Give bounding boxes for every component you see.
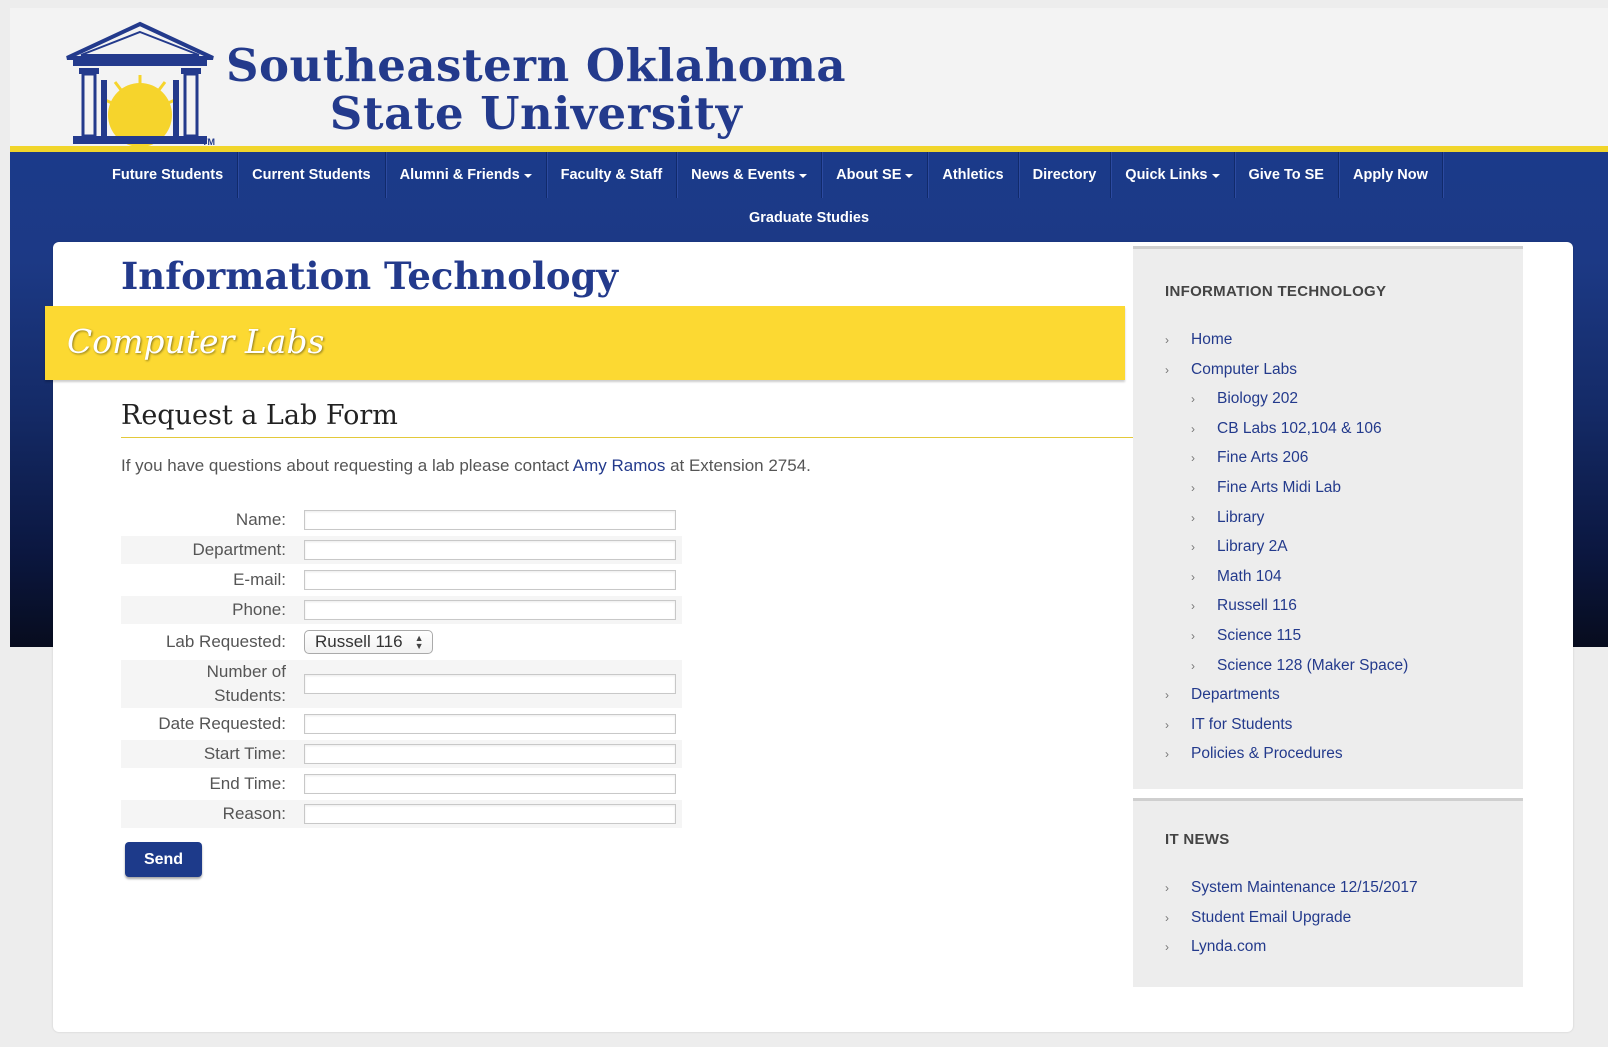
sidebar-item-fine-arts-206[interactable]: › Fine Arts 206 [1165,447,1408,477]
nav-alumni-friends[interactable]: Alumni & Friends [386,152,547,198]
sidebar-it-news: IT NEWS › System Maintenance 12/15/2017 ›… [1133,798,1523,987]
lab-requested-label: Lab Requested: [165,632,286,651]
section-banner: Computer Labs [45,306,1125,380]
start-time-label: Start Time: [121,740,300,768]
sidebar-item-cb-labs[interactable]: › CB Labs 102,104 & 106 [1165,418,1408,448]
lab-select-value: Russell 116 [315,632,403,651]
sidebar-title: INFORMATION TECHNOLOGY [1165,283,1387,300]
chevron-right-icon: › [1165,881,1169,895]
nav-graduate-studies[interactable]: Graduate Studies [735,198,883,238]
department-label: Department: [121,536,300,564]
phone-label: Phone: [121,596,300,624]
chevron-right-icon: › [1191,480,1195,495]
phone-input[interactable] [304,600,676,620]
news-item-system-maintenance[interactable]: › System Maintenance 12/15/2017 [1165,877,1418,907]
contact-link[interactable]: Amy Ramos [573,456,666,475]
sidebar-item-home[interactable]: › Home [1165,329,1408,359]
university-name-line1: Southeastern Oklahoma [226,39,846,92]
chevron-right-icon: › [1165,747,1169,762]
chevron-right-icon: › [1191,451,1195,466]
chevron-right-icon: › [1191,510,1195,525]
lab-select[interactable]: Russell 116 ▲ ▼ [304,630,433,654]
chevron-right-icon: › [1191,540,1195,555]
chevron-right-icon: › [1191,599,1195,614]
nav-news-events[interactable]: News & Events [677,152,823,198]
sidebar-item-departments[interactable]: › Departments [1165,684,1408,714]
sidebar-item-science-115[interactable]: › Science 115 [1165,625,1408,655]
chevron-right-icon: › [1165,717,1169,732]
start-time-input[interactable] [304,744,676,764]
sidebar-item-russell-116[interactable]: › Russell 116 [1165,595,1408,625]
sidebar-item-it-for-students[interactable]: › IT for Students [1165,714,1408,744]
chevron-right-icon: › [1191,421,1195,436]
students-input[interactable] [304,674,676,694]
form-heading: Request a Lab Form [121,400,1146,438]
sidebar-item-library-2a[interactable]: › Library 2A [1165,536,1408,566]
banner-title: Computer Labs [67,322,325,361]
university-seal-logo[interactable]: TM [65,20,215,150]
nav-quick-links[interactable]: Quick Links [1111,152,1235,198]
university-name[interactable]: Southeastern Oklahoma State University [226,42,846,138]
form-intro: If you have questions about requesting a… [121,456,811,475]
caret-down-icon [1211,174,1220,178]
nav-current-students[interactable]: Current Students [238,152,386,198]
nav-apply-now[interactable]: Apply Now [1339,152,1443,198]
date-input[interactable] [304,714,676,734]
news-list: › System Maintenance 12/15/2017 › Student … [1165,877,1418,966]
sidebar-nav-list: › Home › Computer Labs › Biology 202 › CB La… [1165,329,1408,773]
name-label: Name: [235,510,286,529]
content-card: Information Technology Computer Labs Req… [45,242,1573,1032]
nav-give-to-se[interactable]: Give To SE [1235,152,1339,198]
news-title: IT NEWS [1165,831,1230,848]
page-title: Information Technology [121,254,618,298]
chevron-right-icon: › [1191,658,1195,673]
reason-input[interactable] [304,804,676,824]
sidebar-item-math-104[interactable]: › Math 104 [1165,566,1408,596]
nav-future-students[interactable]: Future Students [98,152,239,198]
email-input[interactable] [304,570,676,590]
caret-down-icon [799,174,808,178]
lab-request-form: Name: Department: E-mail: Phone: Lab Req… [121,504,682,830]
sidebar-it-menu: INFORMATION TECHNOLOGY › Home › Computer L… [1133,246,1523,789]
news-item-student-email[interactable]: › Student Email Upgrade [1165,907,1418,937]
nav-athletics[interactable]: Athletics [928,152,1019,198]
email-label: E-mail: [233,570,286,589]
date-label: Date Requested: [158,714,286,733]
end-time-input[interactable] [304,774,676,794]
sidebar-item-computer-labs[interactable]: › Computer Labs [1165,359,1408,389]
sidebar-item-library[interactable]: › Library [1165,507,1408,537]
news-item-lynda[interactable]: › Lynda.com [1165,936,1418,966]
caret-down-icon [523,174,532,178]
reason-label: Reason: [121,800,300,828]
university-name-line2: State University [329,87,743,140]
sidebar-item-policies[interactable]: › Policies & Procedures [1165,743,1408,773]
chevron-right-icon: › [1165,333,1169,347]
caret-down-icon [905,174,914,178]
site-header: TM Southeastern Oklahoma State Universit… [10,8,1608,148]
chevron-right-icon: › [1165,940,1169,955]
nav-about-se[interactable]: About SE [822,152,929,198]
chevron-right-icon: › [1191,392,1195,407]
chevron-right-icon: › [1191,569,1195,584]
send-button[interactable]: Send [125,842,202,877]
nav-faculty-staff[interactable]: Faculty & Staff [547,152,678,198]
sidebar-item-fine-arts-midi-lab[interactable]: › Fine Arts Midi Lab [1165,477,1408,507]
sidebar-item-biology-202[interactable]: › Biology 202 [1165,388,1408,418]
nav-row-secondary: Graduate Studies [10,198,1608,238]
students-label: Number of Students: [121,660,300,708]
chevron-right-icon: › [1165,910,1169,925]
chevron-right-icon: › [1165,688,1169,703]
end-time-label: End Time: [209,774,286,793]
nav-row-primary: Future Students Current Students Alumni … [98,152,1443,198]
chevron-right-icon: › [1191,628,1195,643]
nav-directory[interactable]: Directory [1019,152,1112,198]
chevron-right-icon: › [1165,362,1169,377]
select-arrows-icon: ▲ ▼ [414,633,424,651]
department-input[interactable] [304,540,676,560]
name-input[interactable] [304,510,676,530]
sidebar-item-science-128[interactable]: › Science 128 (Maker Space) [1165,655,1408,685]
